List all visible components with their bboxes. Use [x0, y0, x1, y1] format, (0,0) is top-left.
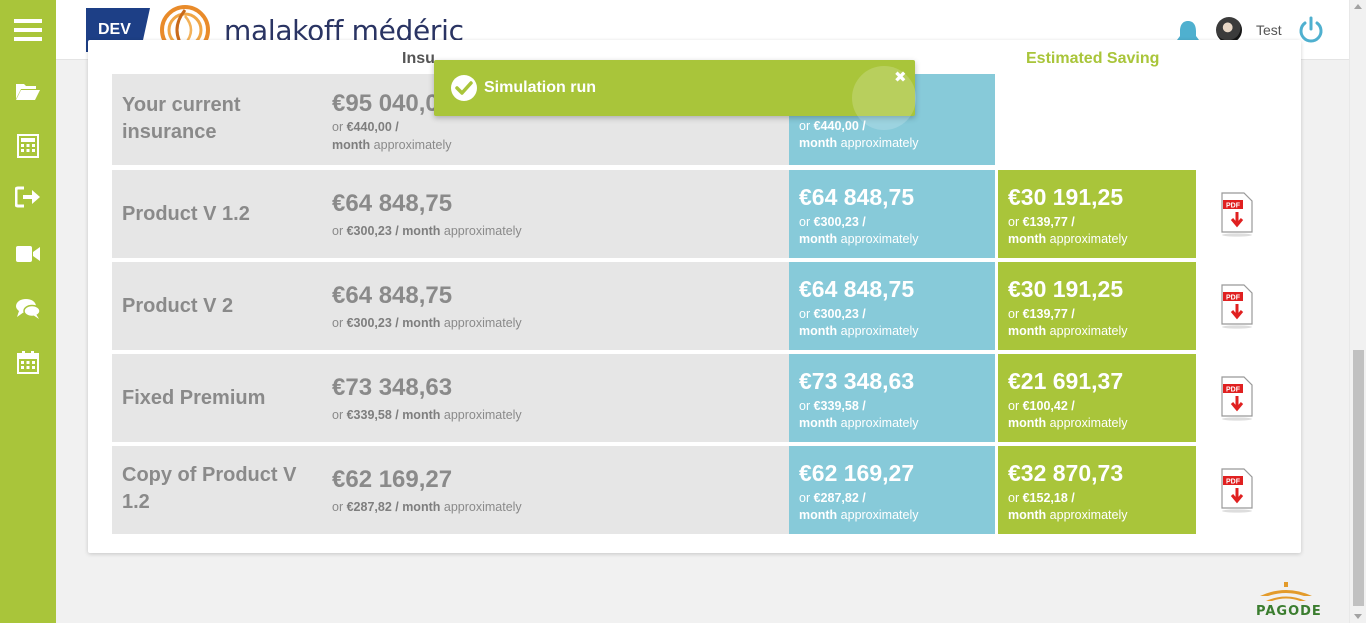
saving-amount: €21 691,37 — [1008, 368, 1124, 394]
saving-amount: €30 191,25 — [1008, 184, 1124, 210]
row-saving-cell: €30 191,25 or €139,77 /month approximate… — [998, 262, 1196, 350]
menu-toggle-button[interactable] — [0, 10, 56, 50]
sidebar-item-calculator[interactable] — [0, 126, 56, 166]
cost-amount: €64 848,75 — [799, 276, 915, 302]
toast-close-button[interactable]: ✖ — [894, 68, 907, 86]
cost-amount: €73 348,63 — [799, 368, 915, 394]
row-label: Product V 1.2 — [122, 203, 250, 225]
row-label: Product V 2 — [122, 295, 234, 317]
folder-open-icon — [16, 84, 40, 100]
row-cost-cell: €64 848,75 or €300,23 /month approximate… — [789, 170, 995, 258]
row-amount: €73 348,63 — [332, 374, 453, 401]
saving-amount: €30 191,25 — [1008, 276, 1124, 302]
row-grey-cell: Fixed Premium €73 348,63 or €339,58 / mo… — [112, 354, 789, 442]
table-row: Copy of Product V 1.2 €62 169,27 or €287… — [112, 446, 1264, 534]
cost-amount: €64 848,75 — [799, 184, 915, 210]
row-cost-cell: €62 169,27 or €287,82 /month approximate… — [789, 446, 995, 534]
row-amount: €95 040,0 — [332, 90, 439, 117]
calendar-icon — [17, 351, 39, 374]
svg-text:PDF: PDF — [1226, 295, 1241, 302]
saving-monthly: or €100,42 /month approximately — [1008, 399, 1128, 430]
saving-monthly: or €139,77 /month approximately — [1008, 307, 1128, 338]
svg-text:PDF: PDF — [1226, 387, 1241, 394]
power-logout-icon[interactable] — [1297, 16, 1325, 44]
sidebar-item-video[interactable] — [0, 234, 56, 274]
svg-text:PDF: PDF — [1226, 479, 1241, 486]
row-grey-cell: Product V 1.2 €64 848,75 or €300,23 / mo… — [112, 170, 789, 258]
check-circle-icon — [451, 75, 477, 101]
toast-message: Simulation run — [484, 79, 596, 96]
download-pdf-icon[interactable]: PDF — [1220, 468, 1254, 514]
row-monthly: or €300,23 / month approximately — [332, 224, 522, 238]
sidebar-item-chat[interactable] — [0, 289, 56, 329]
download-pdf-icon[interactable]: PDF — [1220, 376, 1254, 422]
cost-monthly: or €339,58 /month approximately — [799, 399, 919, 430]
estimated-saving-header: Estimated Saving — [1026, 50, 1160, 67]
table-row: Product V 2 €64 848,75 or €300,23 / mont… — [112, 262, 1264, 350]
sign-out-icon — [15, 186, 40, 208]
insurance-column-header: Insu — [402, 50, 435, 67]
saving-monthly: or €139,77 /month approximately — [1008, 215, 1128, 246]
download-pdf-icon[interactable]: PDF — [1220, 284, 1254, 330]
row-monthly: or €440,00 /month approximately — [332, 120, 452, 152]
row-grey-cell: Product V 2 €64 848,75 or €300,23 / mont… — [112, 262, 789, 350]
sidebar-item-calendar[interactable] — [0, 342, 56, 382]
row-label: Fixed Premium — [122, 387, 266, 409]
cost-monthly: or €300,23 /month approximately — [799, 307, 919, 338]
row-monthly: or €339,58 / month approximately — [332, 408, 522, 422]
cost-amount: €62 169,27 — [799, 460, 915, 486]
row-saving-cell: €32 870,73 or €152,18 /month approximate… — [998, 446, 1196, 534]
row-saving-cell: €21 691,37 or €100,42 /month approximate… — [998, 354, 1196, 442]
table-row: Fixed Premium €73 348,63 or €339,58 / mo… — [112, 354, 1264, 442]
download-pdf-icon[interactable]: PDF — [1220, 192, 1254, 238]
simulation-success-toast: Simulation run ✖ — [434, 60, 916, 130]
cost-monthly: or €287,82 /month approximately — [799, 491, 919, 522]
row-grey-cell: Copy of Product V 1.2 €62 169,27 or €287… — [112, 446, 789, 534]
page-scrollbar[interactable] — [1349, 0, 1366, 623]
row-cost-cell: €64 848,75 or €300,23 /month approximate… — [789, 262, 995, 350]
username-label[interactable]: Test — [1256, 22, 1282, 38]
hamburger-icon — [14, 19, 42, 41]
saving-monthly: or €152,18 /month approximately — [1008, 491, 1128, 522]
scroll-down-arrow[interactable] — [1354, 614, 1362, 619]
row-label: Copy of Product V 1.2 — [122, 464, 297, 513]
saving-amount: €32 870,73 — [1008, 460, 1124, 486]
cost-monthly: or €300,23 /month approximately — [799, 215, 919, 246]
row-amount: €64 848,75 — [332, 190, 453, 217]
row-amount: €64 848,75 — [332, 282, 453, 309]
row-cost-cell: €73 348,63 or €339,58 /month approximate… — [789, 354, 995, 442]
pagode-logo-text: PAGODE — [1256, 604, 1322, 619]
row-monthly: or €287,82 / month approximately — [332, 500, 522, 514]
sidebar-item-files[interactable] — [0, 71, 56, 111]
calculator-icon — [17, 134, 39, 158]
comments-icon — [16, 299, 41, 319]
svg-text:PDF: PDF — [1226, 203, 1241, 210]
scrollbar-thumb[interactable] — [1353, 350, 1364, 606]
sidebar — [0, 0, 56, 623]
sidebar-item-sign-out[interactable] — [0, 177, 56, 217]
table-row: Product V 1.2 €64 848,75 or €300,23 / mo… — [112, 170, 1264, 258]
row-monthly: or €300,23 / month approximately — [332, 316, 522, 330]
row-label: Your current insurance — [122, 94, 241, 143]
scroll-up-arrow[interactable] — [1354, 4, 1362, 9]
row-saving-cell: €30 191,25 or €139,77 /month approximate… — [998, 170, 1196, 258]
video-camera-icon — [16, 246, 40, 262]
row-amount: €62 169,27 — [332, 466, 453, 493]
